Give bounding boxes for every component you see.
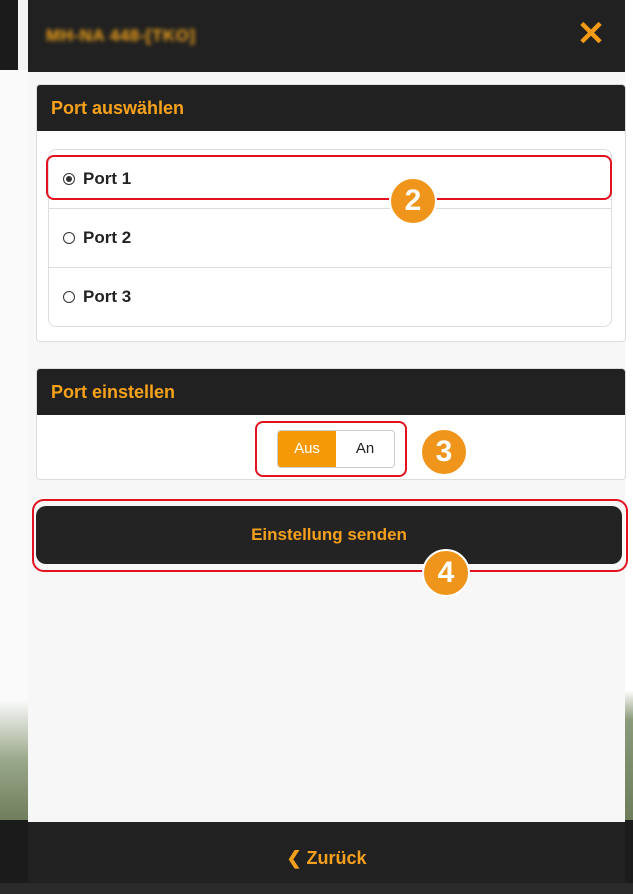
settings-panel: MH-NA 448-[TKO] ✕ Port auswählen Port 1 … <box>28 0 628 883</box>
annotation-badge-2: 2 <box>389 177 437 225</box>
radio-icon[interactable] <box>63 291 75 303</box>
highlight-toggle <box>255 421 407 477</box>
annotation-badge-3: 3 <box>420 428 468 476</box>
highlight-send-button <box>32 499 628 572</box>
background-left <box>0 0 28 883</box>
annotation-badge-4: 4 <box>422 549 470 597</box>
radio-icon[interactable] <box>63 232 75 244</box>
footer-bar: ❮ Zurück <box>28 822 625 883</box>
top-bar: MH-NA 448-[TKO] ✕ <box>28 0 625 72</box>
port-select-card: Port auswählen Port 1 Port 2 Port 3 <box>36 84 626 342</box>
background-right <box>625 0 633 883</box>
back-button[interactable]: ❮ Zurück <box>286 848 366 868</box>
port-option-label: Port 3 <box>83 287 132 306</box>
highlight-port-1 <box>46 155 612 200</box>
port-select-heading: Port auswählen <box>37 85 625 131</box>
port-option-label: Port 2 <box>83 228 132 247</box>
port-option-2[interactable]: Port 2 <box>49 209 611 268</box>
device-title: MH-NA 448-[TKO] <box>46 26 196 45</box>
close-icon[interactable]: ✕ <box>571 14 611 54</box>
port-option-3[interactable]: Port 3 <box>49 268 611 326</box>
port-setting-heading: Port einstellen <box>37 369 625 415</box>
